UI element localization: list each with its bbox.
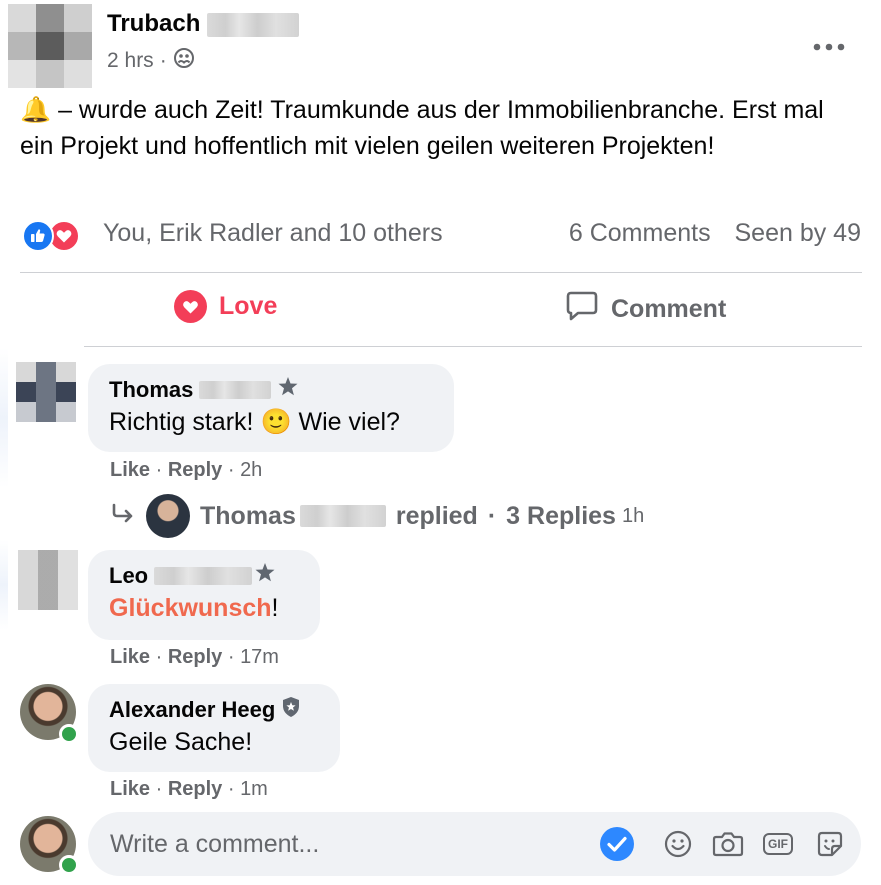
comment-time[interactable]: 17m [240, 646, 279, 668]
comment-author[interactable]: Leo [109, 562, 299, 590]
love-button-icon [174, 290, 207, 323]
comment-bubble-icon [565, 290, 599, 329]
thread-indicator [0, 348, 8, 488]
replies-summary[interactable]: Thomas replied · 3 Replies 1h [110, 494, 644, 538]
top-fan-badge-icon [277, 376, 299, 404]
comment-actions: Like · Reply · 2h [110, 459, 263, 481]
replies-count: 3 Replies [506, 501, 616, 530]
post-body: 🔔 – wurde auch Zeit! Traumkunde aus der … [20, 92, 850, 164]
redacted-name-blur [299, 505, 386, 527]
comment-composer[interactable]: Write a comment... GIF [88, 812, 861, 876]
reply-author-avatar [146, 494, 190, 538]
meta-separator: · [159, 49, 167, 72]
comment-button[interactable]: Comment [565, 290, 726, 329]
reply-link[interactable]: Reply [168, 778, 222, 800]
reaction-icons[interactable] [22, 220, 80, 252]
friends-icon[interactable] [173, 47, 195, 75]
bell-emoji-icon: 🔔 [20, 96, 52, 124]
comment-text: Glückwunsch! [109, 594, 299, 623]
comment-author[interactable]: Alexander Heeg [109, 696, 319, 724]
comment-text: Geile Sache! [109, 728, 253, 756]
seen-by-count[interactable]: Seen by 49 [735, 219, 862, 247]
checkmark-icon[interactable] [599, 826, 635, 862]
comment-actions: Like · Reply · 1m [110, 778, 268, 800]
post-text: – wurde auch Zeit! Traumkunde aus der Im… [20, 96, 824, 160]
comment-author-name[interactable]: Leo [109, 563, 148, 589]
comment-bubble: Thomas Richtig stark! 🙂 Wie viel? [88, 364, 454, 452]
comment-text-part: Richtig stark! [109, 408, 261, 436]
sticker-icon[interactable] [814, 828, 846, 860]
gif-label: GIF [763, 833, 793, 855]
divider-bottom [84, 346, 862, 347]
comment-text-part: Wie viel? [291, 408, 400, 436]
redacted-name-blur [207, 12, 300, 37]
gif-icon[interactable]: GIF [762, 828, 794, 860]
comments-count[interactable]: 6 Comments [569, 219, 711, 247]
like-link[interactable]: Like [110, 459, 150, 481]
reply-author-name: Thomas [200, 501, 296, 530]
emoji-icon[interactable] [662, 828, 694, 860]
post-meta: 2 hrs · [107, 47, 195, 75]
comment-avatar-thomas[interactable] [16, 362, 76, 422]
comment-button-label: Comment [611, 295, 727, 323]
reply-link[interactable]: Reply [168, 646, 222, 668]
comment-input-placeholder[interactable]: Write a comment... [110, 830, 319, 859]
comment-bubble: Alexander Heeg Geile Sache! [88, 684, 340, 772]
love-button-label: Love [219, 292, 278, 320]
thread-indicator [0, 540, 8, 630]
online-status-indicator [59, 855, 79, 875]
post-author-name-text[interactable]: Trubach [107, 10, 200, 37]
comment-author[interactable]: Thomas [109, 376, 433, 404]
online-status-indicator [59, 724, 79, 744]
divider-top [20, 272, 862, 273]
reply-arrow-icon [110, 502, 136, 531]
love-button[interactable]: Love [174, 290, 277, 323]
smile-emoji-icon: 🙂 [260, 408, 292, 436]
redacted-name-blur [199, 381, 272, 399]
redacted-name-blur [154, 567, 253, 585]
replies-time: 1h [621, 504, 645, 527]
like-link[interactable]: Like [110, 646, 150, 668]
post-counts: 6 Comments Seen by 49 [569, 219, 861, 248]
top-fan-badge-icon [254, 562, 276, 590]
camera-icon[interactable] [712, 828, 744, 860]
comment-author-name[interactable]: Alexander Heeg [109, 697, 275, 723]
comment-text-part: ! [271, 594, 279, 622]
comment-avatar-leo[interactable] [18, 550, 78, 610]
post-time[interactable]: 2 hrs [107, 49, 154, 73]
like-link[interactable]: Like [110, 778, 150, 800]
reactors-summary[interactable]: You, Erik Radler and 10 others [103, 219, 443, 248]
like-icon [22, 220, 54, 252]
comment-text: Richtig stark! 🙂 Wie viel? [109, 408, 433, 437]
comment-time[interactable]: 2h [240, 459, 262, 481]
comment-author-name[interactable]: Thomas [109, 377, 193, 403]
comment-bubble: Leo Glückwunsch! [88, 550, 320, 640]
comment-time[interactable]: 1m [240, 778, 268, 800]
more-options-icon[interactable] [813, 26, 845, 58]
admin-badge-icon [281, 696, 301, 724]
comment-actions: Like · Reply · 17m [110, 646, 279, 668]
post-author-name[interactable]: Trubach [107, 10, 300, 38]
post-author-avatar[interactable] [8, 4, 92, 88]
reply-link[interactable]: Reply [168, 459, 222, 481]
highlighted-text: Glückwunsch [109, 594, 272, 622]
replied-label: replied [395, 501, 478, 530]
